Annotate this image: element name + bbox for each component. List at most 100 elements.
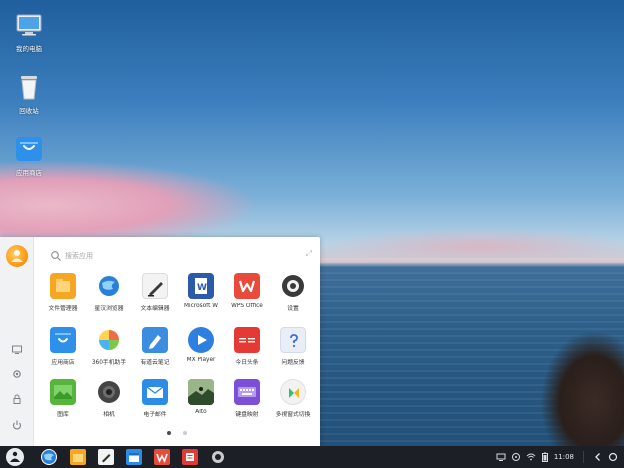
app-label: 今日头条: [235, 360, 259, 366]
browser-icon: [96, 273, 122, 299]
start-menu-panel: 搜索应用 ⤢ 文件管理器 星汉浏览器 文本编辑器 W Microsoft W W…: [0, 237, 320, 446]
taskbar: 11:08: [0, 446, 624, 468]
app-email[interactable]: 电子邮件: [132, 379, 178, 418]
word-icon: W: [188, 273, 214, 299]
wps-office-icon: [234, 273, 260, 299]
taskbar-browser[interactable]: [41, 449, 57, 465]
app-label: 星汉浏览器: [94, 306, 124, 312]
app-alto[interactable]: Alto: [178, 379, 224, 415]
lock-icon: [13, 394, 21, 404]
gear-icon: [13, 370, 21, 378]
reader-icon: [186, 453, 194, 461]
alto-icon: [188, 379, 214, 405]
start-menu-sidebar: [0, 237, 34, 446]
app-text-editor[interactable]: 文本编辑器: [132, 273, 178, 312]
user-avatar[interactable]: [6, 245, 28, 267]
power-icon: [12, 420, 22, 430]
desktop-icon-recycle-bin[interactable]: 回收站: [6, 72, 52, 115]
system-tray: 11:08: [496, 446, 618, 468]
taskbar-reader[interactable]: [182, 449, 198, 465]
taskbar-calendar[interactable]: [126, 449, 142, 465]
search-input[interactable]: 搜索应用: [65, 251, 93, 261]
app-label: 应用商店: [51, 360, 75, 366]
email-icon: [142, 379, 168, 405]
tray-divider: [583, 451, 584, 463]
back-icon[interactable]: [593, 452, 603, 462]
computer-icon: [14, 10, 44, 40]
taskbar-text-editor[interactable]: [98, 449, 114, 465]
app-label: 文件管理器: [48, 306, 78, 312]
monitor-icon: [12, 345, 22, 354]
wifi-icon[interactable]: [526, 452, 536, 462]
text-editor-icon: [142, 273, 168, 299]
taskbar-file-manager[interactable]: [70, 449, 86, 465]
home-icon[interactable]: [608, 452, 618, 462]
app-youdao-note[interactable]: 有道云笔记: [132, 327, 178, 366]
app-label: 文本编辑器: [140, 306, 170, 312]
window-switch-icon: [280, 379, 306, 405]
app-store-icon: [14, 134, 44, 164]
desktop-icon-label: 回收站: [19, 107, 39, 115]
screen-icon[interactable]: [496, 452, 506, 462]
app-label: 360手机助手: [91, 360, 127, 366]
lock-side-button[interactable]: [10, 392, 24, 406]
app-label: 键盘映射: [235, 412, 259, 418]
page-dot[interactable]: [183, 431, 187, 435]
desktop-icon-label: 我的电脑: [16, 45, 42, 53]
toutiao-icon: [234, 327, 260, 353]
start-menu-button[interactable]: [6, 448, 24, 466]
desktop-mode-button[interactable]: [10, 343, 24, 357]
calendar-icon: [129, 453, 139, 462]
app-label: 相机: [103, 412, 115, 418]
app-search-bar[interactable]: 搜索应用 ⤢: [48, 249, 314, 263]
app-settings[interactable]: 设置: [270, 273, 316, 312]
text-editor-icon: [102, 454, 111, 463]
app-file-manager[interactable]: 文件管理器: [40, 273, 86, 312]
desktop-icon-my-computer[interactable]: 我的电脑: [6, 10, 52, 53]
app-browser[interactable]: 星汉浏览器: [86, 273, 132, 312]
svg-text:W: W: [197, 283, 207, 293]
app-label: 问题反馈: [281, 360, 305, 366]
search-icon: [51, 251, 61, 261]
app-microsoft-word[interactable]: W Microsoft W: [178, 273, 224, 309]
expand-icon[interactable]: ⤢: [306, 249, 312, 259]
desktop-icon-app-store[interactable]: 应用商店: [6, 134, 52, 177]
app-toutiao[interactable]: 今日头条: [224, 327, 270, 366]
app-label: 图库: [57, 412, 69, 418]
youdao-note-icon: [142, 327, 168, 353]
app-label: Microsoft W: [184, 303, 218, 309]
page-dot-active[interactable]: [167, 431, 171, 435]
desktop-icon-label: 应用商店: [16, 169, 42, 177]
clock[interactable]: 11:08: [554, 453, 574, 461]
app-window-switch[interactable]: 多視窗式切換: [270, 379, 316, 418]
start-menu-icon: [10, 451, 20, 462]
app-feedback[interactable]: 问题反馈: [270, 327, 316, 366]
app-camera[interactable]: 相机: [86, 379, 132, 418]
app-keyboard-mapping[interactable]: 键盘映射: [224, 379, 270, 418]
keyboard-mapping-icon: [234, 379, 260, 405]
app-label: 电子邮件: [143, 412, 167, 418]
wallpaper-rocks: [540, 330, 624, 450]
app-gallery[interactable]: 图库: [40, 379, 86, 418]
file-manager-icon: [73, 454, 83, 462]
taskbar-wps-office[interactable]: [154, 449, 170, 465]
power-button[interactable]: [10, 418, 24, 432]
app-app-store[interactable]: 应用商店: [40, 327, 86, 366]
app-360-assistant[interactable]: 360手机助手: [86, 327, 132, 366]
app-label: 多視窗式切換: [275, 412, 311, 418]
battery-icon[interactable]: [541, 452, 549, 462]
network-icon[interactable]: [511, 452, 521, 462]
taskbar-settings[interactable]: [210, 449, 226, 465]
file-manager-icon: [50, 273, 76, 299]
wallpaper-clouds: [320, 228, 624, 258]
settings-side-button[interactable]: [10, 367, 24, 381]
wps-office-icon: [156, 453, 168, 464]
app-label: 设置: [287, 306, 299, 312]
camera-icon: [96, 379, 122, 405]
page-indicator: [165, 431, 195, 437]
app-wps-office[interactable]: WPS Office: [224, 273, 270, 309]
app-label: 有道云笔记: [140, 360, 170, 366]
mx-player-icon: [188, 327, 214, 353]
app-mx-player[interactable]: MX Player: [178, 327, 224, 363]
browser-icon: [42, 450, 56, 464]
